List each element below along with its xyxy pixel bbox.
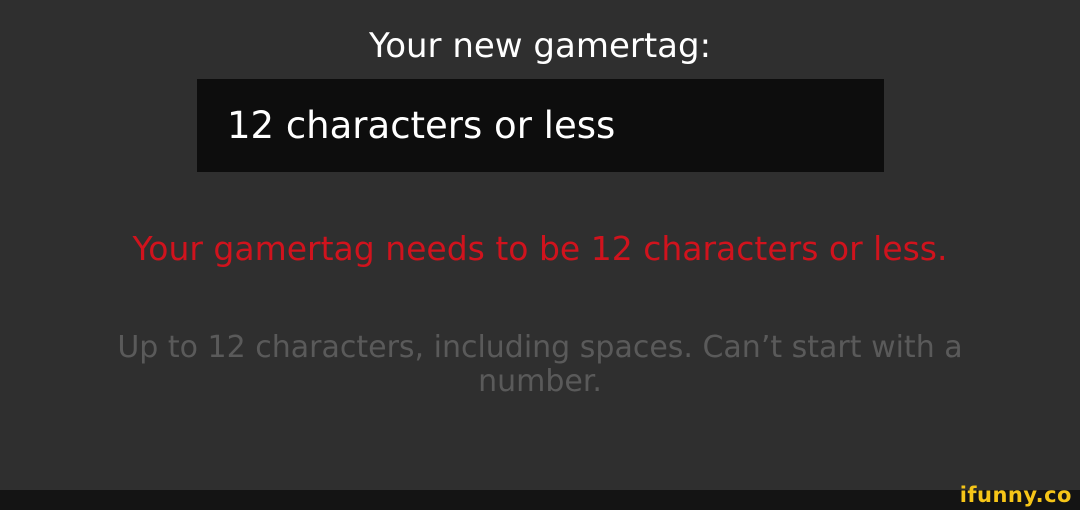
hint-text: Up to 12 characters, including spaces. C… — [117, 330, 963, 399]
ifunny-watermark: ifunny.co — [959, 483, 1072, 507]
error-message: Your gamertag needs to be 12 characters … — [132, 229, 948, 268]
gamertag-dialog: Your new gamertag: 12 characters or less… — [0, 0, 1080, 490]
watermark-bar: ifunny.co — [0, 483, 1080, 510]
gamertag-input[interactable]: 12 characters or less — [197, 79, 884, 172]
gamertag-input-value: 12 characters or less — [227, 103, 616, 147]
prompt-label: Your new gamertag: — [368, 26, 712, 66]
